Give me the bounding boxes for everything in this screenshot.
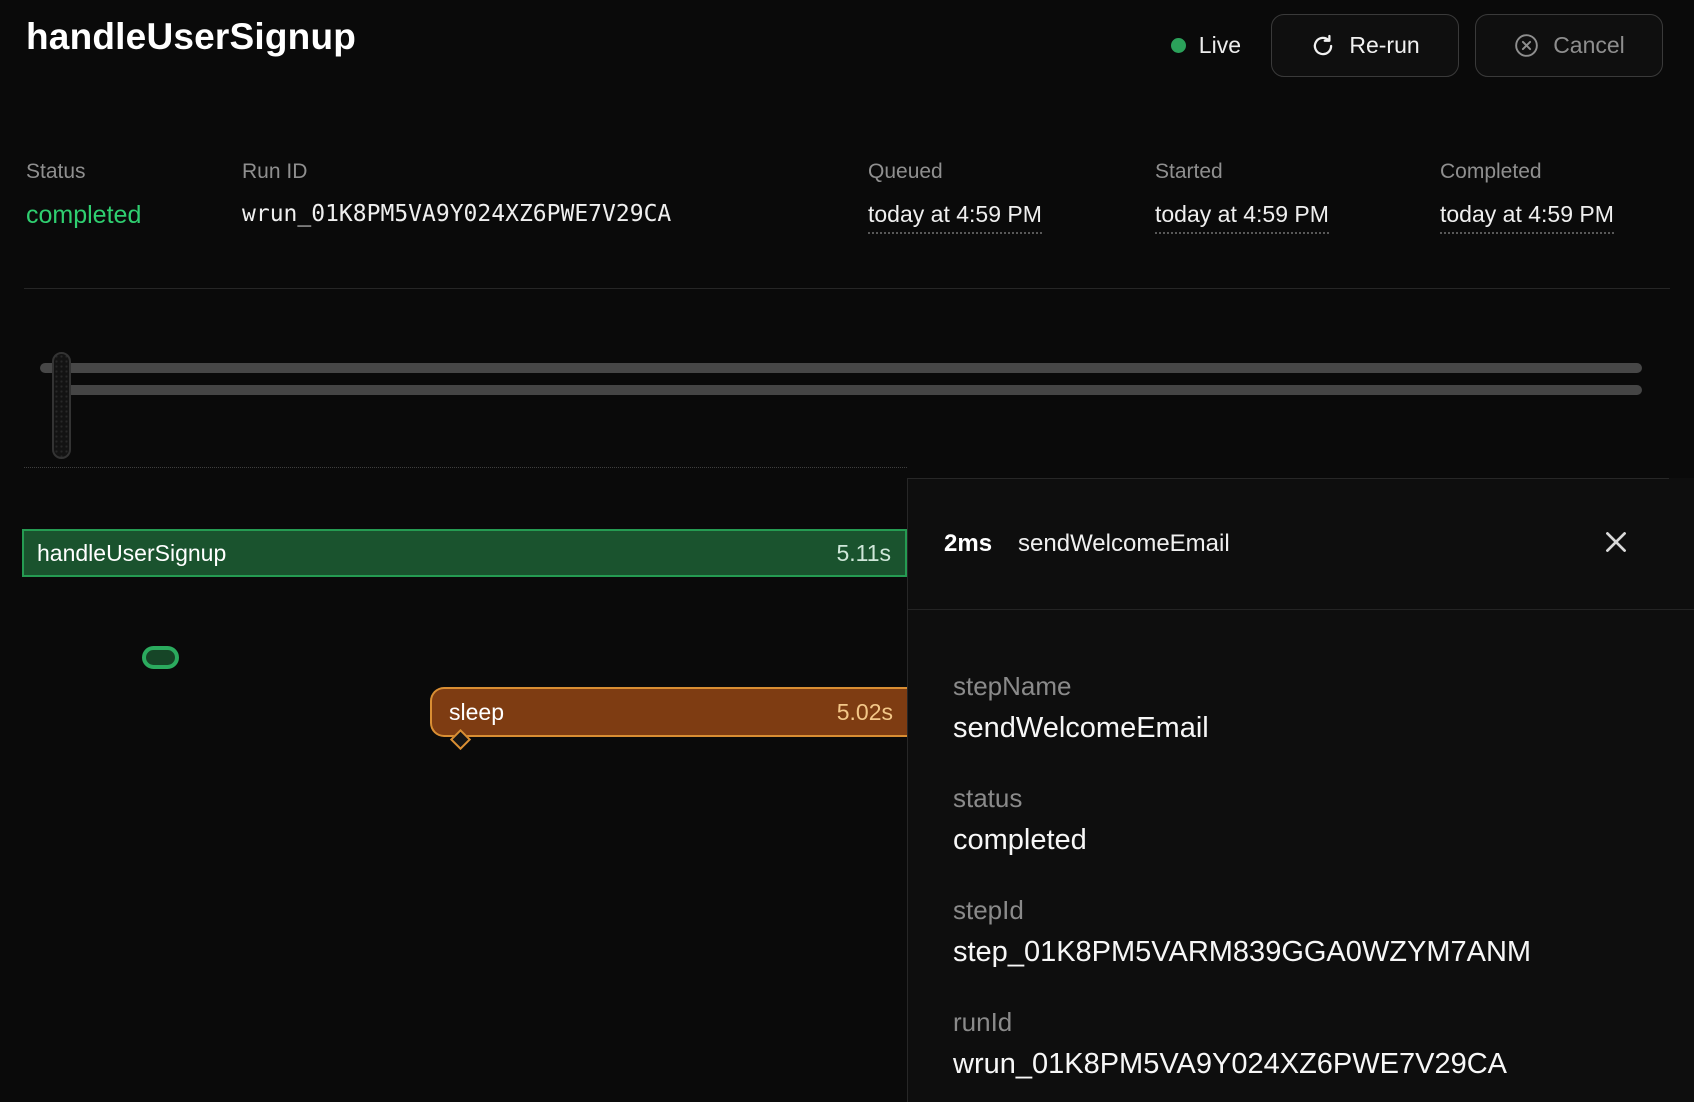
meta-completed-label: Completed <box>1440 160 1614 184</box>
field-value: wrun_01K8PM5VA9Y024XZ6PWE7V29CA <box>953 1046 1658 1082</box>
header-actions: Live Re-run Cancel <box>1171 14 1663 77</box>
timeline-scrubber-handle[interactable] <box>52 352 71 459</box>
gantt-bar-name: handleUserSignup <box>24 540 226 567</box>
meta-run-id-label: Run ID <box>242 160 671 184</box>
step-detail-panel: 2ms sendWelcomeEmail stepName sendWelcom… <box>907 478 1694 1102</box>
page-title: handleUserSignup <box>26 16 356 58</box>
close-panel-button[interactable] <box>1596 524 1636 564</box>
field-stepname: stepName sendWelcomeEmail <box>953 670 1658 746</box>
gantt-divider <box>24 467 907 468</box>
field-runid: runId wrun_01K8PM5VA9Y024XZ6PWE7V29CA <box>953 1006 1658 1082</box>
cancel-circle-x-icon <box>1513 32 1540 59</box>
field-label: runId <box>953 1006 1658 1038</box>
field-label: stepName <box>953 670 1658 702</box>
meta-status: Status completed <box>26 160 141 230</box>
rerun-button[interactable]: Re-run <box>1271 14 1459 77</box>
field-stepid: stepId step_01K8PM5VARM839GGA0WZYM7ANM <box>953 894 1658 970</box>
meta-queued-label: Queued <box>868 160 1042 184</box>
rerun-label: Re-run <box>1349 32 1419 59</box>
live-indicator: Live <box>1171 32 1241 59</box>
minimap-bar-sleep[interactable] <box>58 385 1642 395</box>
refresh-icon <box>1310 33 1336 59</box>
gantt-bar-handleusersignup[interactable]: handleUserSignup 5.11s <box>22 529 907 577</box>
field-value: step_01K8PM5VARM839GGA0WZYM7ANM <box>953 934 1658 970</box>
meta-started-label: Started <box>1155 160 1329 184</box>
started-time-value: today at 4:59 PM <box>1155 201 1329 234</box>
queued-time-value: today at 4:59 PM <box>868 201 1042 234</box>
field-label: status <box>953 782 1658 814</box>
gantt-bar-duration: 5.11s <box>836 540 905 567</box>
header-divider <box>24 288 1670 289</box>
step-detail-fields: stepName sendWelcomeEmail status complet… <box>908 610 1694 1082</box>
step-title: sendWelcomeEmail <box>1018 530 1230 558</box>
completed-time-value: today at 4:59 PM <box>1440 201 1614 234</box>
meta-status-label: Status <box>26 160 141 184</box>
close-icon <box>1601 527 1631 560</box>
step-detail-header: 2ms sendWelcomeEmail <box>908 478 1694 610</box>
meta-started: Started today at 4:59 PM <box>1155 160 1329 234</box>
gantt-bar-name: sleep <box>432 699 504 726</box>
minimap-bar-root[interactable] <box>40 363 1642 373</box>
meta-run-id: Run ID wrun_01K8PM5VA9Y024XZ6PWE7V29CA <box>242 160 671 227</box>
gantt-bar-duration: 5.02s <box>837 699 907 726</box>
live-dot-icon <box>1171 38 1186 53</box>
step-pill-marker[interactable] <box>142 646 179 669</box>
field-status: status completed <box>953 782 1658 858</box>
meta-completed: Completed today at 4:59 PM <box>1440 160 1614 234</box>
field-value: completed <box>953 822 1658 858</box>
meta-queued: Queued today at 4:59 PM <box>868 160 1042 234</box>
run-id-value: wrun_01K8PM5VA9Y024XZ6PWE7V29CA <box>242 201 671 227</box>
status-value: completed <box>26 201 141 230</box>
field-value: sendWelcomeEmail <box>953 710 1658 746</box>
step-duration: 2ms <box>944 530 992 558</box>
field-label: stepId <box>953 894 1658 926</box>
gantt-bar-sleep[interactable]: sleep 5.02s <box>430 687 907 737</box>
cancel-button[interactable]: Cancel <box>1475 14 1663 77</box>
cancel-label: Cancel <box>1553 32 1625 59</box>
live-label: Live <box>1199 32 1241 59</box>
workflow-run-screen: handleUserSignup Live Re-run Cancel <box>0 0 1694 1102</box>
